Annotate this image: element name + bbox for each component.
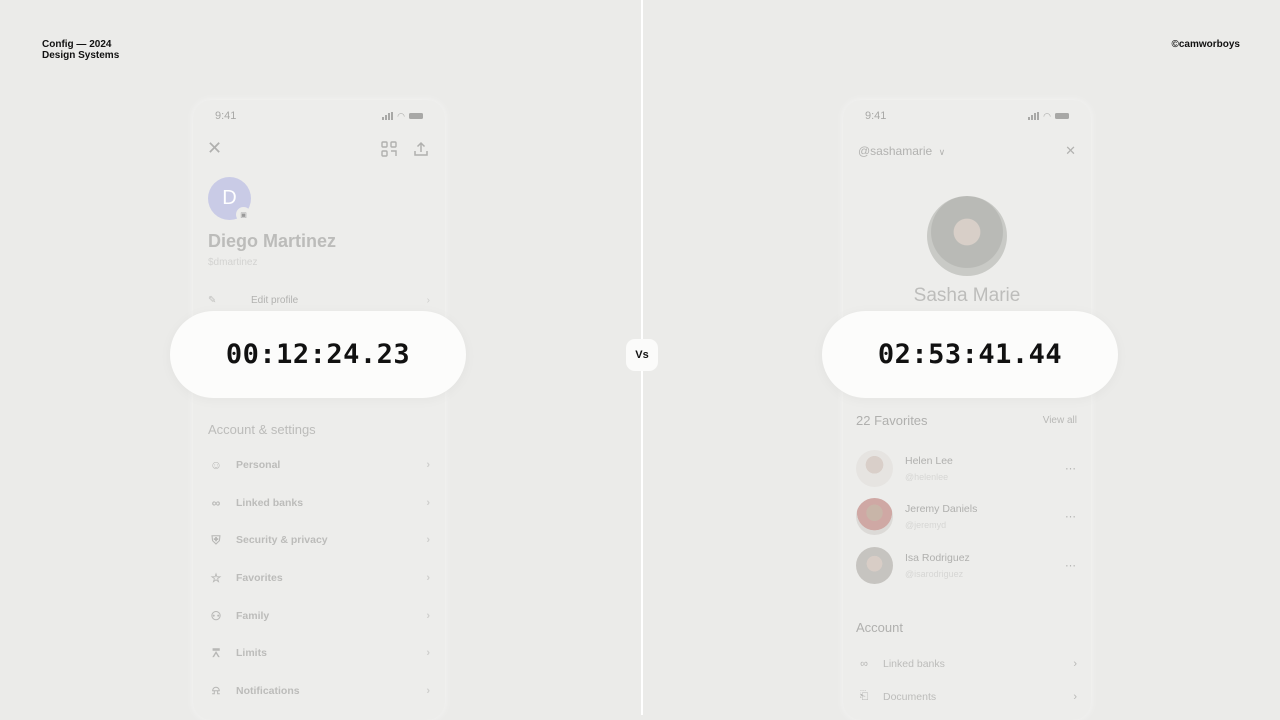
event-title: Config — 2024 [42, 39, 112, 50]
profile-name: Sasha Marie [913, 285, 1021, 306]
star-icon: ☆ [210, 570, 222, 585]
chevron-right-icon: › [1073, 657, 1077, 670]
menu-item-limits[interactable]: ⩞ Limits › [208, 634, 430, 672]
account-item-documents[interactable]: ⎗ Documents › [856, 680, 1077, 713]
list-item[interactable]: Jeremy Daniels @jeremyd ⋯ [856, 493, 1077, 542]
profile-avatar [927, 196, 1007, 276]
signal-icon [382, 112, 394, 120]
qr-code-icon[interactable] [381, 140, 397, 157]
left-phone-screen: 9:41 ◠ ✕ D ▣ Diego Martinez $dmartinez ✎… [193, 100, 445, 720]
chevron-right-icon: › [426, 571, 430, 584]
account-list: ∞ Linked banks › ⎗ Documents › [856, 647, 1077, 713]
status-bar: 9:41 ◠ [865, 110, 1069, 122]
document-icon: ⎗ [859, 690, 869, 702]
favorite-name: Isa Rodriguez [905, 551, 970, 564]
chevron-right-icon: › [426, 496, 430, 509]
share-icon[interactable] [413, 141, 429, 157]
view-all-link[interactable]: View all [1043, 415, 1077, 426]
more-icon[interactable]: ⋯ [1065, 559, 1077, 572]
favorite-handle: @jeremyd [905, 520, 947, 531]
profile-name: Diego Martinez [208, 231, 337, 251]
favorite-name: Jeremy Daniels [905, 503, 978, 516]
menu-item-personal[interactable]: ☺ Personal › [208, 446, 430, 484]
menu-item-security-privacy[interactable]: ⛨ Security & privacy › [208, 521, 430, 559]
section-title: Account & settings [208, 422, 316, 437]
pencil-icon: ✎ [208, 295, 217, 306]
right-timer: 02:53:41.44 [822, 311, 1118, 398]
favorite-name: Helen Lee [905, 454, 953, 467]
edit-profile-label: Edit profile [251, 295, 299, 306]
avatar [856, 546, 893, 584]
account-item-linked-banks[interactable]: ∞ Linked banks › [856, 647, 1077, 680]
favorite-handle: @isarodriguez [905, 568, 964, 579]
person-icon: ☺ [209, 457, 223, 472]
chevron-right-icon: › [426, 684, 430, 697]
account-section-title: Account [856, 620, 903, 635]
limits-icon: ⩞ [212, 645, 220, 660]
camera-icon[interactable]: ▣ [236, 207, 251, 222]
link-icon: ∞ [211, 495, 221, 510]
edit-profile-row[interactable]: ✎ Edit profile › [208, 295, 430, 306]
favorites-list: Helen Lee @helenlee ⋯ Jeremy Daniels @je… [856, 444, 1077, 590]
status-time: 9:41 [215, 110, 237, 122]
chevron-right-icon: › [426, 609, 430, 622]
more-icon[interactable]: ⋯ [1065, 510, 1077, 523]
signal-icon [1028, 112, 1040, 120]
menu-item-linked-banks[interactable]: ∞ Linked banks › [208, 484, 430, 522]
chevron-right-icon: › [426, 647, 430, 660]
account-handle: @sashamarie [858, 144, 933, 158]
favorites-title: 22 Favorites [856, 413, 928, 428]
vs-badge: Vs [626, 339, 658, 371]
wifi-icon: ◠ [1043, 110, 1051, 121]
chevron-down-icon: ∨ [938, 147, 946, 157]
chevron-right-icon: › [426, 534, 430, 547]
more-icon[interactable]: ⋯ [1065, 462, 1077, 475]
settings-menu: ☺ Personal › ∞ Linked banks › ⛨ Security… [208, 446, 430, 710]
event-caption: Config — 2024 Design Systems [42, 39, 119, 61]
account-switcher[interactable]: @sashamarie ∨ [858, 144, 945, 158]
battery-icon [1055, 113, 1069, 119]
event-subtitle: Design Systems [42, 50, 120, 61]
menu-item-family[interactable]: ⚇ Family › [208, 597, 430, 635]
avatar [856, 498, 893, 536]
family-icon: ⚇ [210, 608, 222, 623]
favorite-handle: @helenlee [905, 471, 949, 482]
close-icon[interactable]: ✕ [207, 138, 222, 159]
close-icon[interactable]: ✕ [1065, 143, 1076, 159]
list-item[interactable]: Isa Rodriguez @isarodriguez ⋯ [856, 541, 1077, 590]
credit-label: ©camworboys [1171, 39, 1240, 50]
shield-icon: ⛨ [211, 532, 221, 547]
profile-handle: $dmartinez [208, 257, 258, 268]
left-timer: 00:12:24.23 [170, 311, 466, 398]
status-bar: 9:41 ◠ [215, 110, 423, 122]
list-item[interactable]: Helen Lee @helenlee ⋯ [856, 444, 1077, 493]
right-phone-screen: 9:41 ◠ @sashamarie ∨ ✕ Sasha Marie 22 Fa… [843, 100, 1091, 720]
link-icon: ∞ [860, 657, 868, 670]
chevron-right-icon: › [426, 295, 430, 306]
status-time: 9:41 [865, 110, 887, 122]
menu-item-favorites[interactable]: ☆ Favorites › [208, 559, 430, 597]
chevron-right-icon: › [1073, 690, 1077, 703]
avatar [856, 449, 893, 487]
bell-icon: ⍾ [212, 683, 220, 698]
wifi-icon: ◠ [397, 110, 405, 121]
battery-icon [409, 113, 423, 119]
menu-item-notifications[interactable]: ⍾ Notifications › [208, 672, 430, 710]
chevron-right-icon: › [426, 458, 430, 471]
